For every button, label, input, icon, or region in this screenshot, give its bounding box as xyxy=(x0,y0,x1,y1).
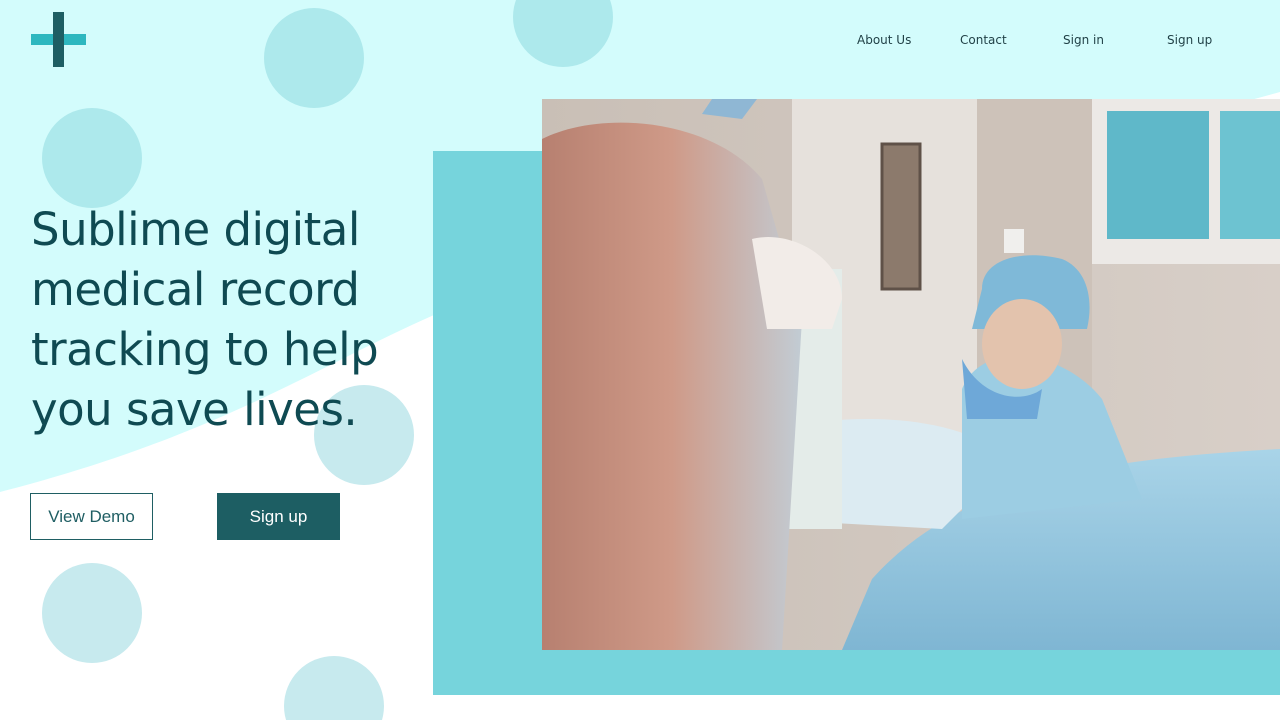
sign-up-button[interactable]: Sign up xyxy=(217,493,340,540)
surgery-photo xyxy=(542,99,1280,650)
view-demo-button[interactable]: View Demo xyxy=(30,493,153,540)
hero-title: Sublime digital medical record tracking … xyxy=(31,203,379,436)
decorative-circle xyxy=(264,8,364,108)
decorative-circle xyxy=(42,563,142,663)
nav-about-link[interactable]: About Us xyxy=(857,32,911,48)
nav-sign-in-link[interactable]: Sign in xyxy=(1063,32,1104,48)
nav-contact-link[interactable]: Contact xyxy=(960,32,1007,48)
decorative-circle xyxy=(42,108,142,208)
medical-cross-icon[interactable] xyxy=(31,12,86,67)
nav-sign-up-link[interactable]: Sign up xyxy=(1167,32,1212,48)
